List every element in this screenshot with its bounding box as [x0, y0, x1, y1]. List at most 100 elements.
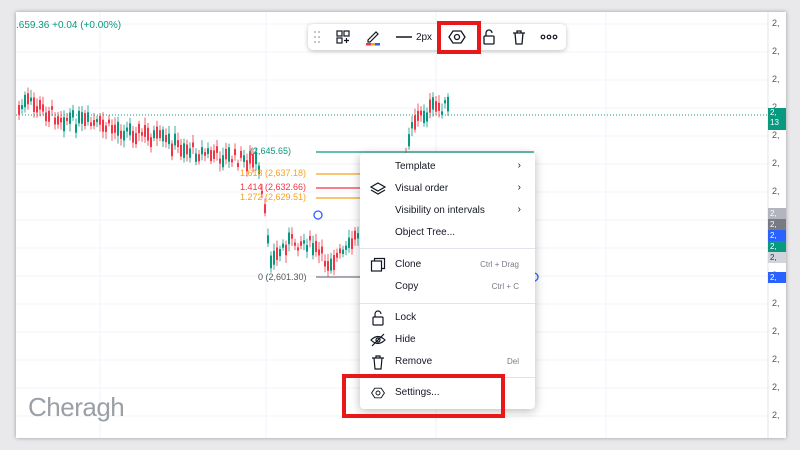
candle-body — [129, 123, 131, 136]
menu-item-hide[interactable]: Hide — [360, 330, 535, 350]
candle-body — [39, 99, 41, 110]
fib-label-5: 0 (2,601.30) — [258, 272, 307, 282]
candle-body — [345, 245, 347, 250]
color-button[interactable] — [362, 24, 384, 50]
candle-body — [135, 133, 137, 145]
candle-body — [123, 130, 125, 141]
candle-body — [327, 261, 329, 271]
more-button[interactable] — [538, 24, 560, 50]
menu-item-lock[interactable]: Lock — [360, 308, 535, 328]
candle-body — [18, 105, 20, 115]
candle-body — [81, 112, 83, 124]
candle-body — [324, 260, 326, 267]
candle-body — [429, 99, 431, 113]
candle-body — [216, 146, 218, 153]
candle-body — [90, 122, 92, 127]
candle-body — [78, 110, 80, 124]
candle-body — [192, 142, 194, 148]
candle-body — [87, 112, 89, 122]
line-width-button[interactable]: 2px — [392, 24, 436, 50]
fib-label-4: 1.272 (2,629.51) — [240, 192, 307, 202]
candle-body — [147, 127, 149, 141]
candle-body — [168, 133, 170, 145]
candle-body — [225, 148, 227, 160]
candle-body — [180, 144, 182, 157]
menu-item-visibility-on-intervals[interactable]: Visibility on intervals › — [360, 201, 535, 221]
grip-dots-icon[interactable] — [312, 24, 322, 50]
candle-body — [201, 147, 203, 155]
candle-body — [321, 246, 323, 254]
candle-body — [351, 238, 353, 249]
candle-body — [303, 240, 305, 244]
menu-item-object-tree[interactable]: Object Tree... — [360, 223, 535, 243]
lock-icon — [372, 310, 384, 326]
candle-body — [264, 204, 266, 214]
menu-item-visual-order[interactable]: Visual order › — [360, 179, 535, 199]
candle-body — [279, 249, 281, 257]
axis-tag: 2, — [768, 252, 786, 263]
candle-body — [231, 159, 233, 163]
delete-button[interactable] — [508, 24, 530, 50]
candle-body — [96, 119, 98, 123]
lock-button[interactable] — [478, 24, 500, 50]
candle-body — [45, 112, 47, 122]
candle-body — [117, 121, 119, 136]
price-axis-label: 2, — [772, 18, 780, 28]
candle-body — [102, 119, 104, 132]
candle-body — [288, 232, 290, 245]
fib-label-1: (2,645.65) — [250, 146, 292, 156]
axis-tag: 2, — [768, 272, 786, 283]
candle-body — [66, 117, 68, 122]
watermark-logo: Cheragh — [28, 392, 125, 422]
menu-item-template[interactable]: Template › — [360, 157, 535, 177]
screenshot-frame: .659.36 +0.04 (+0.00%) (2,645.65) 1.618 … — [0, 0, 800, 450]
candle-body — [282, 243, 284, 248]
candle-body — [108, 119, 110, 124]
pencil-icon — [366, 31, 380, 46]
trash-icon — [372, 355, 384, 370]
price-axis-label: 2, — [772, 354, 780, 364]
price-axis-label: 2, — [772, 46, 780, 56]
candle-body — [30, 97, 32, 102]
candle-body — [153, 130, 155, 139]
candle-body — [186, 144, 188, 155]
object-tree-button[interactable] — [332, 24, 354, 50]
menu-item-clone[interactable]: Clone Ctrl + Drag — [360, 255, 535, 275]
candle-body — [414, 115, 416, 130]
trash-icon — [513, 30, 525, 45]
candle-body — [228, 147, 230, 162]
axis-tag: 2, — [768, 208, 786, 219]
candle-body — [207, 148, 209, 155]
more-icon — [540, 34, 558, 40]
candle-body — [234, 149, 236, 156]
candle-body — [333, 255, 335, 270]
candle-body — [162, 129, 164, 142]
ohlc-readout: .659.36 +0.04 (+0.00%) — [16, 20, 122, 31]
chevron-right-icon: › — [517, 182, 521, 193]
candle-body — [51, 106, 53, 110]
candle-body — [294, 242, 296, 246]
candle-body — [213, 150, 215, 159]
unlock-icon — [483, 29, 495, 45]
candle-body — [297, 247, 299, 251]
price-axis-label: 2, — [772, 298, 780, 308]
candle-body — [306, 244, 308, 252]
candle-body — [354, 230, 356, 240]
candle-body — [99, 115, 101, 125]
menu-separator — [360, 303, 535, 304]
price-axis-label: 2, — [772, 410, 780, 420]
candle-body — [195, 153, 197, 162]
candle-body — [423, 110, 425, 124]
candle-body — [138, 123, 140, 134]
candle-body — [237, 163, 239, 168]
candle-body — [63, 117, 65, 132]
candle-body — [183, 143, 185, 158]
eye-crossed-icon — [370, 333, 386, 347]
candle-body — [204, 152, 206, 156]
line-width-label: 2px — [415, 31, 433, 43]
menu-item-copy[interactable]: Copy Ctrl + C — [360, 277, 535, 297]
candle-body — [111, 125, 113, 134]
tradingview-chart-window: .659.36 +0.04 (+0.00%) (2,645.65) 1.618 … — [16, 12, 786, 438]
candle-body — [21, 105, 23, 110]
menu-item-remove[interactable]: Remove Del — [360, 352, 535, 372]
